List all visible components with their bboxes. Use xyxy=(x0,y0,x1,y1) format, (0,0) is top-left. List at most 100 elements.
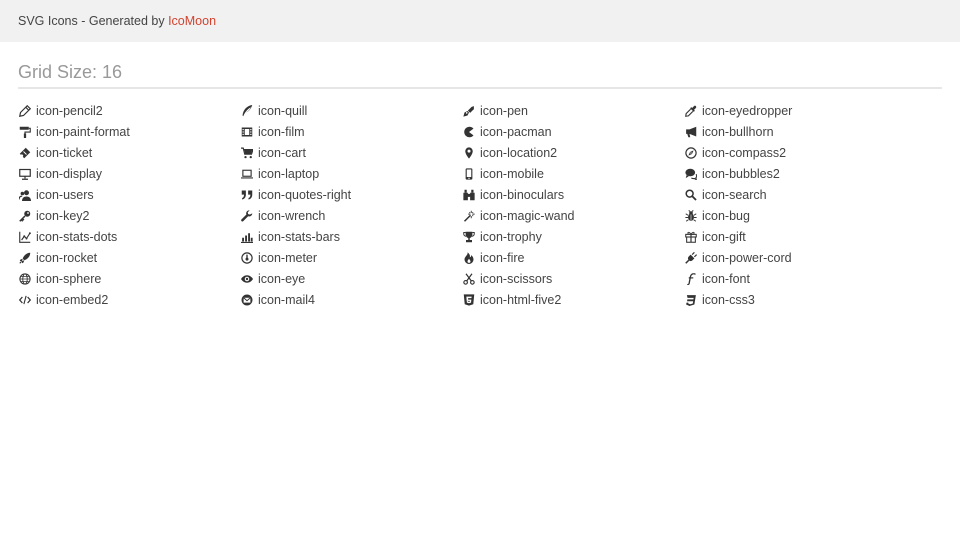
icon-list-item: icon-gift xyxy=(684,226,904,247)
icon-label: icon-sphere xyxy=(36,271,102,286)
icomoon-link[interactable]: IcoMoon xyxy=(168,14,216,28)
icon-label: icon-fire xyxy=(480,250,525,265)
monitor-icon xyxy=(18,167,31,180)
icon-list-item: icon-sphere xyxy=(18,268,238,289)
icon-label: icon-mobile xyxy=(480,166,544,181)
icon-list-item: icon-display xyxy=(18,163,238,184)
icon-label: icon-search xyxy=(702,187,767,202)
icon-list-item: icon-bubbles2 xyxy=(684,163,904,184)
icon-label: icon-compass2 xyxy=(702,145,787,160)
icon-column: icon-eyedropper icon-bullhorn icon-compass… xyxy=(684,100,904,310)
bullhorn-icon xyxy=(684,125,697,138)
icon-label: icon-wrench xyxy=(258,208,326,223)
pen-icon xyxy=(462,104,475,117)
icon-column: icon-quill icon-film icon-cart icon-laptop i… xyxy=(240,100,460,310)
icon-list-item: icon-binoculars xyxy=(462,184,682,205)
icon-label: icon-display xyxy=(36,166,103,181)
icon-grid: icon-pencil2 icon-paint-format icon-ticket… xyxy=(18,100,942,320)
eyedropper-icon xyxy=(684,104,697,117)
icon-label: icon-trophy xyxy=(480,229,542,244)
wrench-icon xyxy=(240,209,253,222)
icon-label: icon-font xyxy=(702,271,750,286)
icon-label: icon-magic-wand xyxy=(480,208,575,223)
icon-list-item: icon-stats-bars xyxy=(240,226,460,247)
power-plug-icon xyxy=(684,251,697,264)
ticket-icon xyxy=(18,146,31,159)
icon-label: icon-pacman xyxy=(480,124,552,139)
chat-bubbles-icon xyxy=(684,167,697,180)
icon-column: icon-pen icon-pacman icon-location2 icon-mo… xyxy=(462,100,682,310)
icon-list-item: icon-bullhorn xyxy=(684,121,904,142)
pencil-icon xyxy=(18,104,31,117)
grid-size-heading: Grid Size: 16 xyxy=(18,62,942,89)
gift-icon xyxy=(684,230,697,243)
icon-label: icon-quill xyxy=(258,103,308,118)
icon-label: icon-embed2 xyxy=(36,292,109,307)
laptop-icon xyxy=(240,167,253,180)
icon-label: icon-users xyxy=(36,187,94,202)
fire-icon xyxy=(462,251,475,264)
icon-label: icon-film xyxy=(258,124,305,139)
page-header: SVG Icons - Generated by IcoMoon xyxy=(0,0,960,42)
icon-list-item: icon-embed2 xyxy=(18,289,238,310)
key-icon xyxy=(18,209,31,222)
film-icon xyxy=(240,125,253,138)
icon-list-item: icon-users xyxy=(18,184,238,205)
users-icon xyxy=(18,188,31,201)
icon-label: icon-location2 xyxy=(480,145,558,160)
icon-list-item: icon-quotes-right xyxy=(240,184,460,205)
main-content: Grid Size: 16 icon-pencil2 icon-paint-for… xyxy=(0,62,960,320)
css3-icon xyxy=(684,293,697,306)
icon-list-item: icon-eye xyxy=(240,268,460,289)
icon-list-item: icon-fire xyxy=(462,247,682,268)
icon-list-item: icon-wrench xyxy=(240,205,460,226)
icon-label: icon-eye xyxy=(258,271,306,286)
icon-list-item: icon-search xyxy=(684,184,904,205)
icon-list-item: icon-stats-dots xyxy=(18,226,238,247)
icon-label: icon-mail4 xyxy=(258,292,315,307)
icon-list-item: icon-font xyxy=(684,268,904,289)
eye-icon xyxy=(240,272,253,285)
icon-label: icon-stats-dots xyxy=(36,229,118,244)
quotes-icon xyxy=(240,188,253,201)
icon-list-item: icon-cart xyxy=(240,142,460,163)
icon-label: icon-pencil2 xyxy=(36,103,103,118)
icon-label: icon-css3 xyxy=(702,292,755,307)
icon-list-item: icon-ticket xyxy=(18,142,238,163)
icon-list-item: icon-laptop xyxy=(240,163,460,184)
icon-list-item: icon-magic-wand xyxy=(462,205,682,226)
icon-list-item: icon-compass2 xyxy=(684,142,904,163)
icon-list-item: icon-quill xyxy=(240,100,460,121)
icon-label: icon-laptop xyxy=(258,166,320,181)
trophy-icon xyxy=(462,230,475,243)
icon-list-item: icon-bug xyxy=(684,205,904,226)
icon-label: icon-scissors xyxy=(480,271,553,286)
rocket-icon xyxy=(18,251,31,264)
icon-list-item: icon-location2 xyxy=(462,142,682,163)
icon-list-item: icon-pencil2 xyxy=(18,100,238,121)
icon-label: icon-meter xyxy=(258,250,318,265)
icon-list-item: icon-pen xyxy=(462,100,682,121)
icon-label: icon-ticket xyxy=(36,145,93,160)
icon-list-item: icon-css3 xyxy=(684,289,904,310)
icon-label: icon-eyedropper xyxy=(702,103,793,118)
icon-label: icon-bullhorn xyxy=(702,124,774,139)
icon-label: icon-gift xyxy=(702,229,746,244)
icon-label: icon-quotes-right xyxy=(258,187,352,202)
mail-icon xyxy=(240,293,253,306)
bug-icon xyxy=(684,209,697,222)
icon-list-item: icon-trophy xyxy=(462,226,682,247)
icon-list-item: icon-mobile xyxy=(462,163,682,184)
stats-dots-icon xyxy=(18,230,31,243)
header-prefix: SVG Icons - Generated by xyxy=(18,14,169,28)
code-icon xyxy=(18,293,31,306)
binoculars-icon xyxy=(462,188,475,201)
search-icon xyxy=(684,188,697,201)
icon-list-item: icon-html-five2 xyxy=(462,289,682,310)
quill-icon xyxy=(240,104,253,117)
icon-column: icon-pencil2 icon-paint-format icon-ticket… xyxy=(18,100,238,310)
icon-label: icon-cart xyxy=(258,145,306,160)
scissors-icon xyxy=(462,272,475,285)
icon-label: icon-stats-bars xyxy=(258,229,340,244)
icon-list-item: icon-mail4 xyxy=(240,289,460,310)
